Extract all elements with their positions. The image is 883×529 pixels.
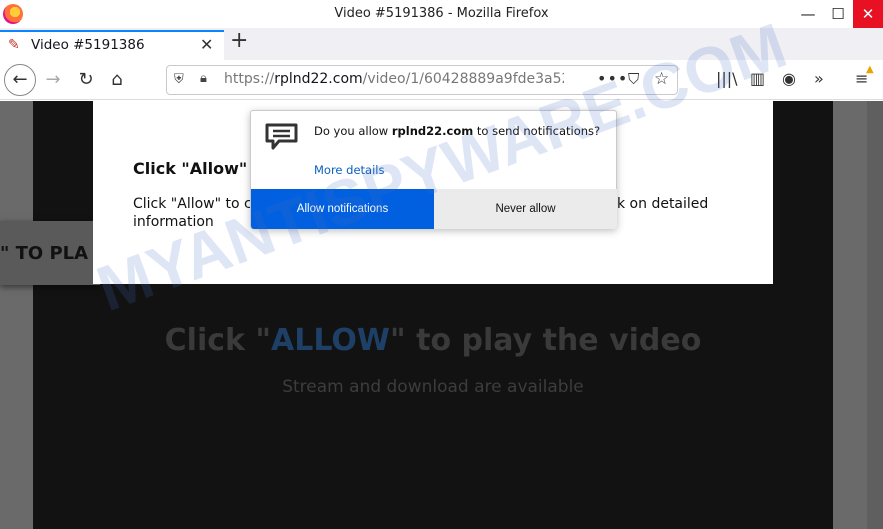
url-bar[interactable]: ⛨ 🔒︎ https://rplnd22.com/video/1/6042888… (166, 65, 678, 95)
account-icon[interactable]: ◉ (782, 69, 796, 88)
instruction-line-end: k on detailed (617, 196, 709, 212)
minimize-button[interactable]: — (793, 0, 823, 28)
video-title-prefix: Click " (164, 323, 272, 358)
page-actions-icon[interactable]: ••• (597, 69, 628, 88)
allow-notifications-button[interactable]: Allow notifications (251, 189, 434, 229)
never-allow-button[interactable]: Never allow (434, 189, 617, 229)
left-overlay (0, 101, 33, 529)
url-scheme: https:// (224, 71, 275, 87)
maximize-button[interactable]: ☐ (823, 0, 853, 28)
video-title: Click "ALLOW" to play the video (33, 323, 833, 358)
tracking-shield-icon[interactable]: ⛨ (174, 72, 184, 87)
pocket-icon[interactable]: ⛉ (628, 70, 639, 88)
side-banner-text: " TO PLA (0, 243, 89, 264)
url-text[interactable]: https://rplnd22.com/video/1/60428889a9fd… (224, 71, 564, 87)
notification-chat-icon (265, 123, 298, 150)
popup-message-prefix: Do you allow (314, 124, 392, 138)
popup-message-host: rplnd22.com (391, 124, 474, 138)
back-button[interactable]: ← (4, 64, 36, 96)
more-details-link[interactable]: More details (314, 163, 384, 177)
sidebar-icon[interactable]: ▥ (750, 69, 765, 88)
close-window-button[interactable]: ✕ (853, 0, 883, 28)
url-host: rplnd22.com (274, 71, 363, 87)
forward-button[interactable]: → (37, 64, 69, 96)
reload-button[interactable]: ↻ (70, 64, 102, 96)
new-tab-button[interactable]: + (230, 28, 248, 53)
url-path: /video/1/60428889a9fde3a525 (362, 71, 564, 87)
lock-icon[interactable]: 🔒︎ (200, 71, 207, 86)
side-banner[interactable]: " TO PLA (0, 221, 100, 285)
library-icon[interactable]: |||\ (716, 69, 738, 88)
instruction-line-2: information (133, 214, 214, 230)
puzzle-icon: ✎ (8, 37, 20, 53)
notification-permission-popup: Do you allow rplnd22.com to send notific… (250, 110, 617, 229)
video-subtitle: Stream and download are available (282, 377, 584, 397)
instruction-line-start: Click "Allow" to c (133, 196, 252, 212)
title-bar: Video #5191386 - Mozilla Firefox — ☐ ✕ (0, 0, 883, 28)
tab-close-icon[interactable]: ✕ (200, 35, 213, 54)
overflow-menu-icon[interactable]: » (814, 69, 824, 88)
popup-message: Do you allow rplnd22.com to send notific… (314, 124, 600, 138)
home-button[interactable]: ⌂ (101, 64, 133, 96)
tab-title: Video #5191386 (31, 37, 145, 53)
tab-strip: ✎ Video #5191386 ✕ + (0, 28, 883, 60)
instruction-heading: Click "Allow" (133, 159, 248, 178)
window-title: Video #5191386 - Mozilla Firefox (334, 6, 549, 21)
tab-video[interactable]: ✎ Video #5191386 ✕ (0, 30, 224, 60)
hamburger-menu-icon[interactable]: ≡ ▲ (855, 64, 874, 88)
scrollbar[interactable] (867, 101, 883, 529)
navigation-bar: ← → ↻ ⌂ ⛨ 🔒︎ https://rplnd22.com/video/1… (0, 60, 883, 100)
video-title-suffix: " to play the video (390, 323, 702, 358)
bookmark-star-icon[interactable]: ☆ (654, 69, 669, 89)
video-title-allow: ALLOW (271, 323, 391, 358)
popup-message-suffix: to send notifications? (473, 124, 601, 138)
warning-icon: ▲ (866, 64, 874, 75)
